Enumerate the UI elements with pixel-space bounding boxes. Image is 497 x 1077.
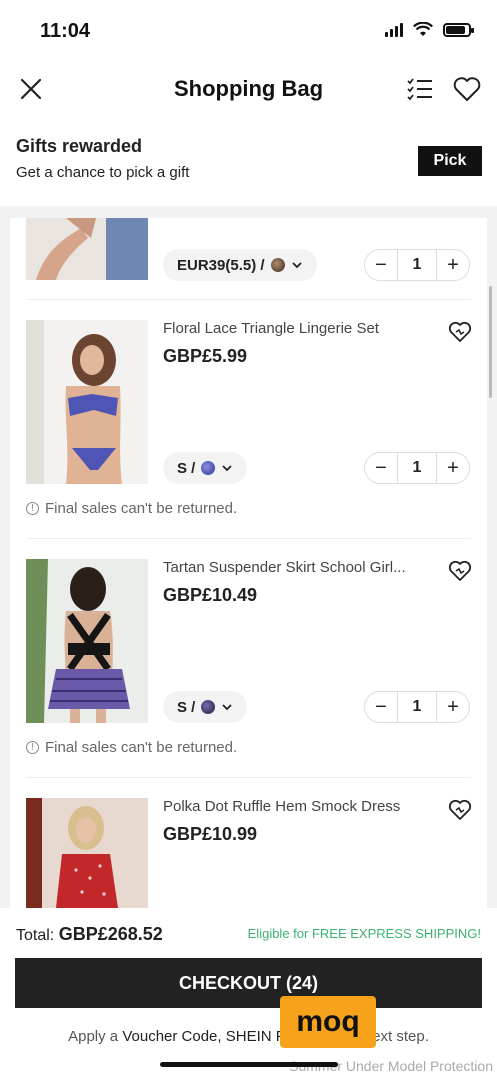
wishlist-heart-icon[interactable]: [452, 74, 482, 104]
size-select[interactable]: S /: [163, 452, 248, 484]
color-swatch: [201, 700, 216, 714]
free-shipping-note: Eligible for FREE EXPRESS SHIPPING!: [247, 926, 481, 941]
checkout-button[interactable]: CHECKOUT (24): [15, 958, 482, 1008]
minus-button[interactable]: −: [365, 453, 397, 483]
product-image[interactable]: [26, 559, 148, 723]
product-price: GBP£10.49: [163, 585, 258, 605]
nav-bar: Shopping Bag: [0, 60, 497, 117]
plus-button[interactable]: +: [437, 692, 469, 722]
divider: [26, 777, 471, 778]
size-select[interactable]: EUR39(5.5) /: [163, 249, 317, 281]
color-swatch: [270, 258, 285, 272]
color-swatch: [201, 461, 216, 475]
battery-icon: [443, 23, 474, 37]
product-name[interactable]: Tartan Suspender Skirt School Girl...: [163, 559, 406, 576]
checklist-icon[interactable]: [406, 76, 434, 102]
signal-icon: [385, 23, 403, 37]
product-image[interactable]: [26, 218, 148, 280]
minus-button[interactable]: −: [365, 250, 397, 280]
quantity-stepper[interactable]: − 1 +: [364, 452, 470, 484]
gift-subtitle: Get a chance to pick a gift: [16, 164, 190, 181]
pick-button[interactable]: Pick: [418, 146, 482, 176]
size-label: S /: [177, 459, 196, 477]
final-sale-note: ! Final sales can't be returned.: [26, 739, 237, 756]
divider: [26, 299, 471, 300]
move-to-wishlist-icon[interactable]: [448, 559, 472, 583]
info-icon: !: [26, 741, 39, 754]
final-sale-text: Final sales can't be returned.: [45, 739, 238, 756]
final-sale-note: ! Final sales can't be returned.: [26, 500, 237, 517]
home-indicator[interactable]: [160, 1062, 338, 1067]
checkout-footer: Total: GBP£268.52 Eligible for FREE EXPR…: [0, 908, 497, 1077]
voucher-hint: Apply a Voucher Code, SHEIN P next step.: [0, 1028, 497, 1045]
voucher-prefix: Apply a: [68, 1028, 119, 1045]
size-label: EUR39(5.5) /: [177, 256, 265, 274]
move-to-wishlist-icon[interactable]: [448, 320, 472, 344]
voucher-strong: Voucher Code, SHEIN P: [122, 1028, 286, 1045]
scrollbar[interactable]: [489, 286, 492, 398]
quantity-value[interactable]: 1: [397, 692, 437, 722]
status-icons: [385, 22, 474, 38]
total-summary: Total: GBP£268.52: [16, 924, 163, 945]
total-value: GBP£268.52: [58, 924, 163, 944]
product-price: GBP£5.99: [163, 346, 248, 366]
quantity-stepper[interactable]: − 1 +: [364, 249, 470, 281]
status-time: 11:04: [40, 20, 91, 42]
chevron-down-icon: [222, 704, 232, 711]
product-image[interactable]: [26, 320, 148, 484]
watermark-badge: moq: [280, 996, 376, 1048]
size-label: S /: [177, 698, 196, 716]
quantity-value[interactable]: 1: [397, 250, 437, 280]
cart-list[interactable]: EUR39(5.5) / − 1 + Floral Lace Triangle …: [10, 218, 487, 908]
product-name[interactable]: Polka Dot Ruffle Hem Smock Dress: [163, 798, 400, 815]
quantity-value[interactable]: 1: [397, 453, 437, 483]
product-image[interactable]: [26, 798, 148, 908]
plus-button[interactable]: +: [437, 250, 469, 280]
size-select[interactable]: S /: [163, 691, 248, 723]
move-to-wishlist-icon[interactable]: [448, 798, 472, 822]
chevron-down-icon: [222, 465, 232, 472]
total-label: Total:: [16, 927, 55, 944]
gift-banner: Gifts rewarded Get a chance to pick a gi…: [0, 116, 497, 206]
minus-button[interactable]: −: [365, 692, 397, 722]
product-price: GBP£10.99: [163, 824, 258, 844]
quantity-stepper[interactable]: − 1 +: [364, 691, 470, 723]
final-sale-text: Final sales can't be returned.: [45, 500, 238, 517]
plus-button[interactable]: +: [437, 453, 469, 483]
divider: [26, 538, 471, 539]
status-bar: 11:04: [0, 0, 497, 60]
product-name[interactable]: Floral Lace Triangle Lingerie Set: [163, 320, 379, 337]
gift-title: Gifts rewarded: [16, 136, 143, 156]
info-icon: !: [26, 502, 39, 515]
chevron-down-icon: [291, 262, 302, 269]
wifi-icon: [413, 22, 433, 36]
